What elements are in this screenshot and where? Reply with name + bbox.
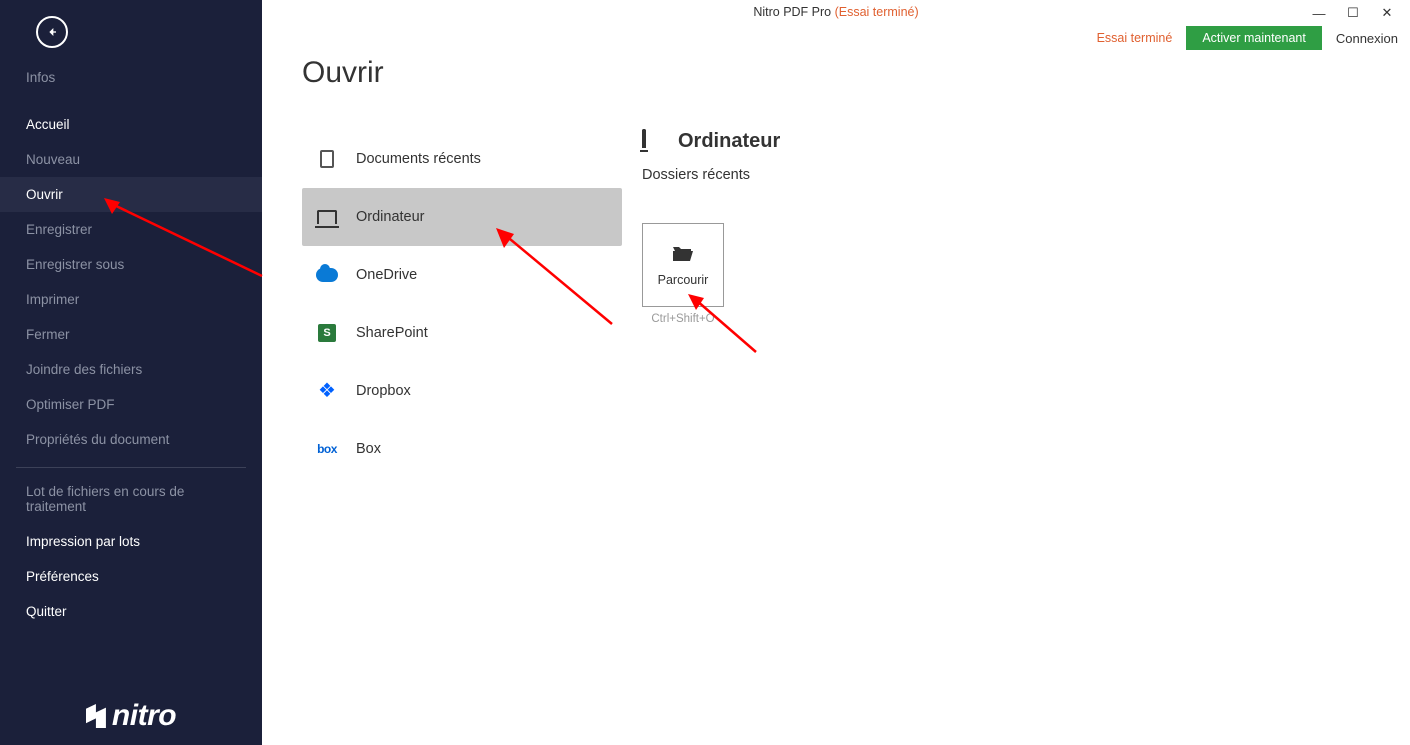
maximize-button[interactable]: ☐ — [1336, 2, 1370, 24]
source-label: Box — [356, 441, 381, 457]
sidebar-item-accueil[interactable]: Accueil — [0, 107, 262, 142]
sidebar: Infos Accueil Nouveau Ouvrir Enregistrer… — [0, 0, 262, 745]
detail-heading: Ordinateur — [678, 130, 780, 153]
nitro-logo: nitro — [0, 699, 262, 733]
document-icon — [316, 148, 338, 170]
nitro-logo-icon — [86, 704, 106, 728]
source-recent[interactable]: Documents récents — [302, 130, 622, 188]
browse-button[interactable]: Parcourir — [642, 223, 724, 307]
sidebar-item-quitter[interactable]: Quitter — [0, 594, 262, 629]
sidebar-item-nouveau[interactable]: Nouveau — [0, 142, 262, 177]
sidebar-nav: Infos Accueil Nouveau Ouvrir Enregistrer… — [0, 60, 262, 629]
sidebar-item-proprietes[interactable]: Propriétés du document — [0, 422, 262, 457]
sidebar-item-impression-lots[interactable]: Impression par lots — [0, 524, 262, 559]
browse-label: Parcourir — [658, 273, 709, 287]
sidebar-item-fermer[interactable]: Fermer — [0, 317, 262, 352]
detail-subheading: Dossiers récents — [642, 167, 1390, 183]
sidebar-item-ouvrir[interactable]: Ouvrir — [0, 177, 262, 212]
sidebar-item-joindre[interactable]: Joindre des fichiers — [0, 352, 262, 387]
laptop-icon — [316, 206, 338, 228]
page-title: Ouvrir — [302, 56, 384, 90]
sidebar-item-infos[interactable]: Infos — [0, 60, 262, 95]
back-button[interactable] — [36, 16, 68, 48]
sidebar-item-lot[interactable]: Lot de fichiers en cours de traitement — [0, 474, 262, 524]
source-dropbox[interactable]: ❖ Dropbox — [302, 362, 622, 420]
dropbox-icon: ❖ — [316, 380, 338, 402]
source-sharepoint[interactable]: S SharePoint — [302, 304, 622, 362]
main-content: Nitro PDF Pro (Essai terminé) — ☐ ✕ Essa… — [262, 0, 1410, 745]
source-computer[interactable]: Ordinateur — [302, 188, 622, 246]
source-label: SharePoint — [356, 325, 428, 341]
sidebar-item-enregistrer[interactable]: Enregistrer — [0, 212, 262, 247]
source-label: OneDrive — [356, 267, 417, 283]
source-label: Dropbox — [356, 383, 411, 399]
login-link[interactable]: Connexion — [1336, 31, 1398, 46]
sharepoint-icon: S — [316, 322, 338, 344]
sidebar-item-preferences[interactable]: Préférences — [0, 559, 262, 594]
open-sources: Documents récents Ordinateur OneDrive S … — [302, 130, 622, 478]
laptop-icon — [642, 131, 664, 153]
header-actions: Essai terminé Activer maintenant Connexi… — [1097, 26, 1398, 50]
sidebar-item-optimiser[interactable]: Optimiser PDF — [0, 387, 262, 422]
source-label: Documents récents — [356, 151, 481, 167]
sidebar-separator — [16, 467, 246, 468]
source-box[interactable]: box Box — [302, 420, 622, 478]
trial-status: Essai terminé — [1097, 31, 1173, 45]
activate-button[interactable]: Activer maintenant — [1186, 26, 1322, 50]
window-controls: — ☐ ✕ — [1302, 2, 1404, 24]
sidebar-item-imprimer[interactable]: Imprimer — [0, 282, 262, 317]
titlebar: Nitro PDF Pro (Essai terminé) — [262, 0, 1410, 24]
app-title: Nitro PDF Pro (Essai terminé) — [753, 5, 918, 19]
arrow-left-icon — [44, 24, 60, 40]
source-label: Ordinateur — [356, 209, 425, 225]
close-button[interactable]: ✕ — [1370, 2, 1404, 24]
onedrive-icon — [316, 264, 338, 286]
open-detail: Ordinateur Dossiers récents Parcourir Ct… — [622, 130, 1390, 478]
source-onedrive[interactable]: OneDrive — [302, 246, 622, 304]
minimize-button[interactable]: — — [1302, 2, 1336, 24]
box-icon: box — [316, 438, 338, 460]
browse-shortcut: Ctrl+Shift+O — [642, 313, 724, 325]
folder-open-icon — [671, 243, 695, 263]
sidebar-item-enregistrer-sous[interactable]: Enregistrer sous — [0, 247, 262, 282]
